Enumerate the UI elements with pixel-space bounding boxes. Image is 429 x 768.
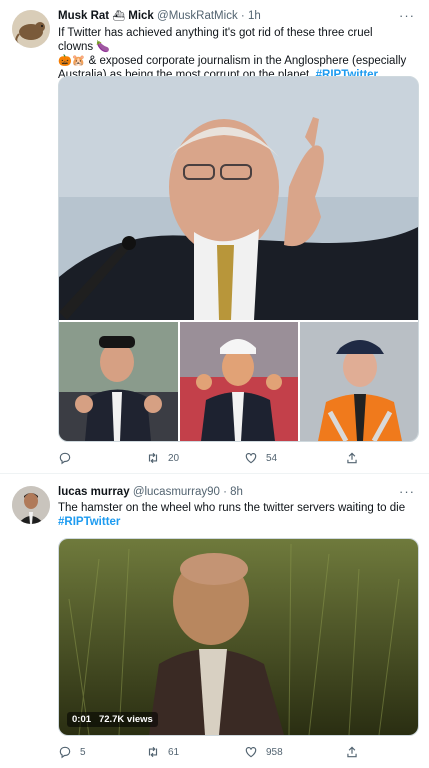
tweet-actions: 20 54: [58, 451, 398, 467]
tweet-1[interactable]: Musk Rat ⛴ Mick @MuskRatMick · 1h ··· If…: [0, 0, 429, 470]
pumpkin-hamster-emoji: 🎃🐹: [58, 55, 86, 67]
more-icon[interactable]: ···: [399, 8, 415, 23]
reply-button[interactable]: [58, 451, 80, 465]
more-icon[interactable]: ···: [399, 484, 415, 499]
tweet-text-body: The hamster on the wheel who runs the tw…: [58, 502, 406, 514]
ship-icon: ⛴: [112, 11, 126, 22]
photo-4[interactable]: [300, 322, 418, 441]
retweet-count: 20: [168, 452, 180, 464]
tweet-header: lucas murray @lucasmurray90 · 8h: [58, 486, 243, 498]
retweet-button[interactable]: 61: [146, 745, 179, 759]
timestamp[interactable]: 8h: [230, 486, 243, 498]
video-frame: [59, 539, 418, 735]
reply-button[interactable]: 5: [58, 745, 86, 759]
photo-3[interactable]: [180, 322, 298, 441]
reply-count: 5: [80, 746, 86, 758]
like-count: 958: [266, 746, 283, 758]
video-duration: 0:01: [72, 714, 92, 725]
media-grid[interactable]: [58, 76, 419, 442]
retweet-icon: [148, 452, 158, 464]
separator-dot: ·: [240, 10, 245, 22]
photo-2[interactable]: [59, 322, 178, 441]
video-views: 72.7K views: [98, 714, 153, 725]
retweet-button[interactable]: 20: [146, 451, 179, 465]
eggplant-emoji: 🍆: [96, 41, 111, 53]
timestamp[interactable]: 1h: [248, 10, 261, 22]
share-button[interactable]: [345, 451, 359, 465]
tweet-header: Musk Rat ⛴ Mick @MuskRatMick · 1h: [58, 10, 261, 22]
like-count: 54: [266, 452, 278, 464]
tweet-text: The hamster on the wheel who runs the tw…: [58, 501, 410, 529]
video-player[interactable]: 0:01 72.7K views: [58, 538, 419, 736]
like-button[interactable]: 54: [244, 451, 277, 465]
display-name-suffix[interactable]: Mick: [128, 10, 154, 22]
like-icon: [245, 453, 257, 464]
video-stats-badge: 0:01 72.7K views: [67, 712, 158, 727]
display-name[interactable]: Musk Rat: [58, 10, 109, 22]
retweet-icon: [148, 746, 158, 758]
share-icon: [347, 452, 357, 464]
tweet-actions: 5 61 958: [58, 745, 398, 761]
retweet-count: 61: [168, 746, 180, 758]
hashtag-link[interactable]: #RIPTwitter: [58, 516, 120, 528]
separator-dot: ·: [223, 486, 227, 498]
share-button[interactable]: [345, 745, 359, 759]
reply-icon: [59, 746, 71, 759]
like-button[interactable]: 958: [244, 745, 283, 759]
tweet-text: If Twitter has achieved anything it's go…: [58, 26, 410, 82]
share-icon: [347, 746, 357, 758]
photo-1[interactable]: [59, 77, 418, 320]
like-icon: [245, 747, 257, 758]
reply-icon: [59, 452, 71, 465]
display-name[interactable]: lucas murray: [58, 486, 130, 498]
handle[interactable]: @MuskRatMick: [157, 10, 238, 22]
avatar[interactable]: [12, 486, 50, 524]
avatar[interactable]: [12, 10, 50, 48]
handle[interactable]: @lucasmurray90: [133, 486, 220, 498]
tweet-2[interactable]: lucas murray @lucasmurray90 · 8h ··· The…: [0, 474, 429, 768]
